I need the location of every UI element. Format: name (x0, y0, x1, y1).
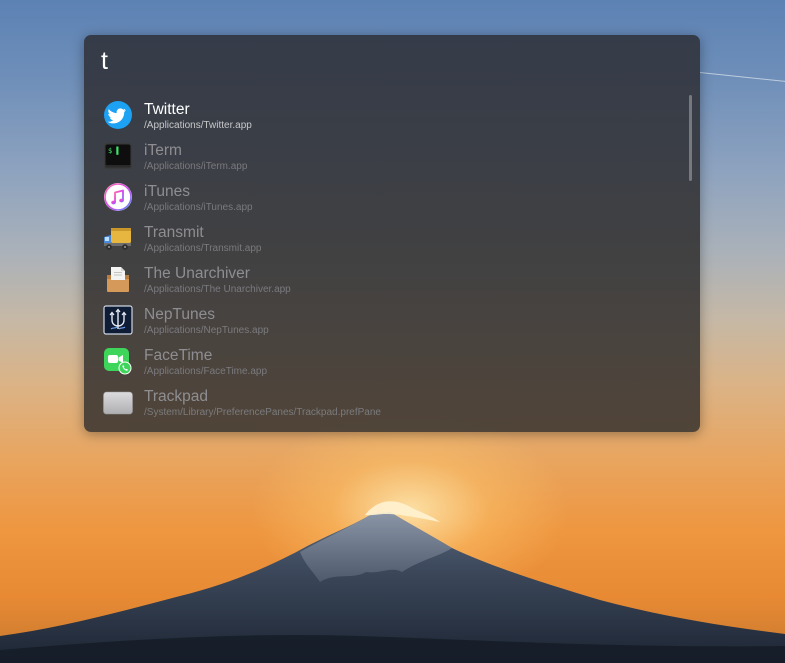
result-title: FaceTime (144, 347, 213, 364)
result-path: /Applications/FaceTime.app (144, 366, 268, 377)
result-item-iterm[interactable]: $ ▌ iTerm /Applications/iTerm.app (84, 136, 684, 177)
neptunes-icon (103, 305, 133, 335)
text-caret (109, 48, 110, 72)
result-title: NepTunes (144, 306, 215, 323)
twitter-icon (103, 100, 133, 130)
iterm-icon: $ ▌ (103, 141, 133, 171)
result-item-twitter[interactable]: Twitter /Applications/Twitter.app (84, 95, 684, 136)
search-query-text: t (101, 47, 108, 75)
desktop-wallpaper: t Twitter /Applications/Twitter.app $ ▌ … (0, 0, 785, 663)
result-item-neptunes[interactable]: NepTunes /Applications/NepTunes.app (84, 300, 684, 341)
result-path: /System/Library/PreferencePanes/Trackpad… (144, 407, 381, 418)
result-path: /Applications/Transmit.app (144, 243, 262, 254)
unarchiver-icon (103, 264, 133, 294)
facetime-icon (103, 346, 133, 376)
trackpad-icon (103, 387, 133, 417)
result-path: /Applications/iTunes.app (144, 202, 253, 213)
result-title: iTerm (144, 142, 182, 159)
results-scrollbar[interactable] (689, 95, 692, 181)
iterm-prompt-text: $ ▌ (108, 146, 121, 155)
result-item-facetime[interactable]: FaceTime /Applications/FaceTime.app (84, 341, 684, 382)
result-title: Trackpad (144, 388, 209, 405)
result-title: Transmit (144, 224, 204, 241)
result-path: /Applications/iTerm.app (144, 161, 248, 172)
result-path: /Applications/Twitter.app (144, 120, 252, 131)
transmit-icon (103, 223, 133, 253)
result-item-itunes[interactable]: iTunes /Applications/iTunes.app (84, 177, 684, 218)
results-list: Twitter /Applications/Twitter.app $ ▌ iT… (84, 95, 684, 423)
result-title: The Unarchiver (144, 265, 250, 282)
itunes-icon (103, 182, 133, 212)
result-path: /Applications/NepTunes.app (144, 325, 269, 336)
result-path: /Applications/The Unarchiver.app (144, 284, 291, 295)
result-item-trackpad[interactable]: Trackpad /System/Library/PreferencePanes… (84, 382, 684, 423)
launcher-window: t Twitter /Applications/Twitter.app $ ▌ … (84, 35, 700, 432)
result-title: Twitter (144, 101, 190, 118)
result-item-transmit[interactable]: Transmit /Applications/Transmit.app (84, 218, 684, 259)
search-input[interactable]: t (101, 47, 110, 76)
result-title: iTunes (144, 183, 190, 200)
result-item-the-unarchiver[interactable]: The Unarchiver /Applications/The Unarchi… (84, 259, 684, 300)
